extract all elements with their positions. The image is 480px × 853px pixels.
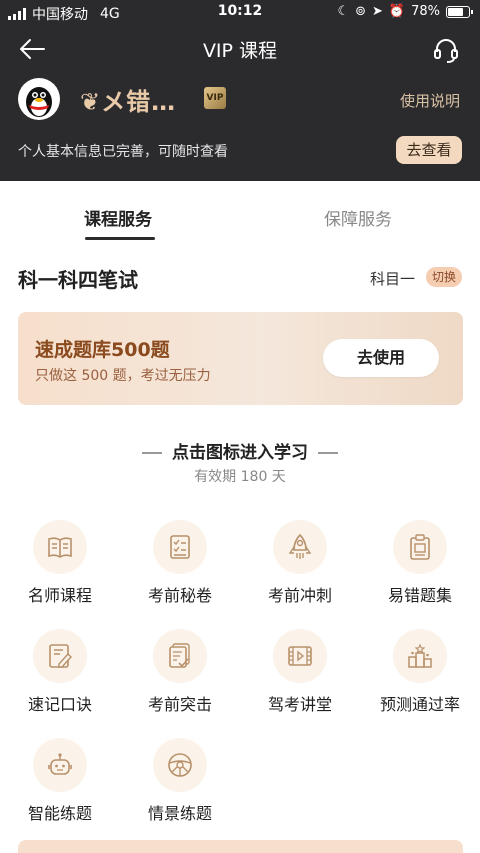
grid-label: 速记口诀 [27, 695, 92, 714]
grid-item-lecture-hall[interactable]: 驾考讲堂 [240, 629, 360, 729]
grid-item-crash-course[interactable]: 考前突击 [120, 629, 240, 729]
checklist-icon [170, 535, 190, 559]
heading-dash-left [142, 452, 162, 454]
battery-icon [446, 5, 473, 18]
steering-wheel-icon [168, 753, 192, 777]
next-card-peek [18, 840, 463, 853]
nav-bar: VIP 课程 [0, 24, 480, 74]
question-bank-promo-card: 速成题库500题 只做这 500 题，考过无压力 去使用 [18, 312, 463, 405]
grid-icon-circle [33, 520, 87, 574]
lock-rotation-icon: ⊚ [355, 4, 366, 19]
heading-dash-right [318, 452, 338, 454]
grid-icon-circle [153, 629, 207, 683]
vip-header: VIP 课程 ❦メ错… VIP 使用说明 个人基本信息已完善，可随时查看 去查看 [0, 24, 480, 181]
grid-label: 考前秘卷 [147, 586, 212, 605]
battery-fill [448, 7, 463, 16]
moon-icon: ☾ [337, 4, 350, 19]
grid-icon-circle [393, 629, 447, 683]
grid-label: 情景练题 [147, 804, 212, 823]
grid-label: 预测通过率 [379, 695, 460, 714]
penguin-avatar-icon [26, 87, 52, 117]
grid-icon-circle [153, 520, 207, 574]
tab-course-service[interactable]: 课程服务 [84, 205, 152, 230]
page-title: VIP 课程 [202, 40, 278, 62]
subject-title: 科一科四笔试 [18, 268, 138, 292]
grid-icon-circle [273, 629, 327, 683]
vip-badge: VIP [204, 87, 226, 109]
grid-label: 智能练题 [27, 804, 92, 823]
location-icon: ➤ [372, 4, 383, 19]
grid-label: 易错题集 [387, 586, 452, 605]
grid-icon-circle [153, 738, 207, 792]
service-tabs: 课程服务 保障服务 [0, 181, 480, 245]
validity-period: 有效期 180 天 [194, 469, 286, 485]
podium-icon [408, 643, 432, 668]
grid-item-mistakes[interactable]: 易错题集 [360, 520, 480, 620]
grid-icon-circle [33, 738, 87, 792]
profile-info-text: 个人基本信息已完善，可随时查看 [18, 144, 228, 160]
grid-item-mnemonics[interactable]: 速记口诀 [0, 629, 120, 729]
use-now-button[interactable]: 去使用 [323, 339, 439, 377]
status-right: ☾ ⊚ ➤ ⏰ 78% [337, 4, 473, 19]
grid-item-teacher-course[interactable]: 名师课程 [0, 520, 120, 620]
current-subject: 科目一 [370, 270, 416, 288]
tab-guarantee-service[interactable]: 保障服务 [324, 205, 392, 230]
usage-instructions-link[interactable]: 使用说明 [400, 90, 460, 111]
promo-title: 速成题库500题 [35, 339, 170, 361]
switch-subject-button[interactable]: 切换 [426, 267, 462, 287]
clipboard-icon [410, 534, 430, 560]
status-bar: 中国移动 4G 10:12 ☾ ⊚ ➤ ⏰ 78% [0, 0, 480, 24]
battery-percent: 78% [411, 4, 440, 19]
section-heading-text: 点击图标进入学习 [172, 443, 308, 463]
rocket-icon [288, 533, 312, 559]
grid-item-scenario-practice[interactable]: 情景练题 [120, 738, 240, 838]
grid-icon-circle [273, 520, 327, 574]
grid-label: 考前冲刺 [267, 586, 332, 605]
grid-label: 考前突击 [147, 695, 212, 714]
username: ❦メ错… [80, 88, 177, 116]
alarm-icon: ⏰ [388, 4, 406, 19]
video-film-icon [288, 646, 312, 666]
robot-icon [48, 753, 72, 775]
grid-label: 名师课程 [27, 586, 92, 605]
headset-icon[interactable] [432, 36, 460, 64]
book-icon [48, 537, 72, 558]
active-tab-indicator [85, 237, 155, 240]
grid-item-pass-rate[interactable]: 预测通过率 [360, 629, 480, 729]
view-profile-button[interactable]: 去查看 [396, 136, 462, 164]
grid-icon-circle [393, 520, 447, 574]
notepad-pen-icon [49, 644, 72, 668]
section-heading: 点击图标进入学习 [0, 438, 480, 463]
grid-icon-circle [33, 629, 87, 683]
grid-label: 驾考讲堂 [267, 695, 332, 714]
avatar[interactable] [18, 78, 60, 120]
papers-check-icon [169, 643, 190, 668]
grid-item-smart-practice[interactable]: 智能练题 [0, 738, 120, 838]
grid-item-secret-papers[interactable]: 考前秘卷 [120, 520, 240, 620]
grid-item-sprint[interactable]: 考前冲刺 [240, 520, 360, 620]
promo-subtitle: 只做这 500 题，考过无压力 [35, 368, 211, 384]
